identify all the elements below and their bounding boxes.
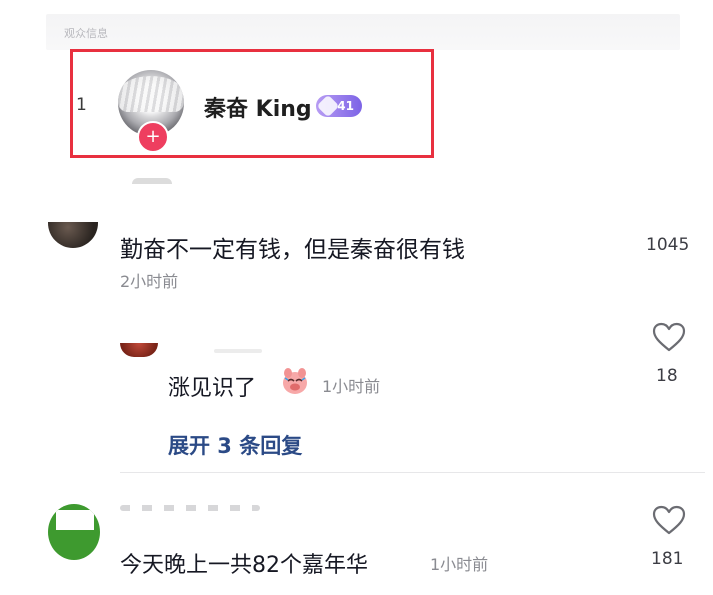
- like-heart-icon[interactable]: [651, 321, 687, 353]
- comment-avatar[interactable]: [48, 222, 98, 248]
- laughing-pig-emoji-icon: [283, 368, 307, 394]
- comment-time: 2小时前: [120, 272, 179, 291]
- expand-replies-link[interactable]: 展开 3 条回复: [168, 430, 302, 460]
- comment-divider: [120, 472, 705, 473]
- like-heart-icon[interactable]: [651, 504, 687, 536]
- reply-time: 1小时前: [322, 377, 381, 396]
- audience-info-header: [46, 14, 680, 50]
- comment-like-count: 1045: [646, 235, 690, 255]
- avatar-mask: [56, 510, 94, 530]
- section-label: 观众信息: [64, 27, 108, 40]
- partial-avatar: [132, 178, 172, 184]
- comment-avatar[interactable]: [48, 504, 100, 560]
- highlight-annotation-box: [70, 49, 434, 158]
- comment-time: 1小时前: [430, 555, 489, 574]
- reply-username: [214, 349, 262, 353]
- reply-text[interactable]: 涨见识了: [168, 370, 256, 402]
- reply-like-count: 18: [656, 366, 678, 386]
- comment-like-count: 181: [651, 549, 684, 569]
- comment-text[interactable]: 今天晚上一共82个嘉年华: [120, 547, 368, 579]
- reply-avatar[interactable]: [120, 343, 158, 357]
- comment-text[interactable]: 勤奋不一定有钱，但是秦奋很有钱: [120, 230, 465, 264]
- comment-username: [120, 505, 260, 511]
